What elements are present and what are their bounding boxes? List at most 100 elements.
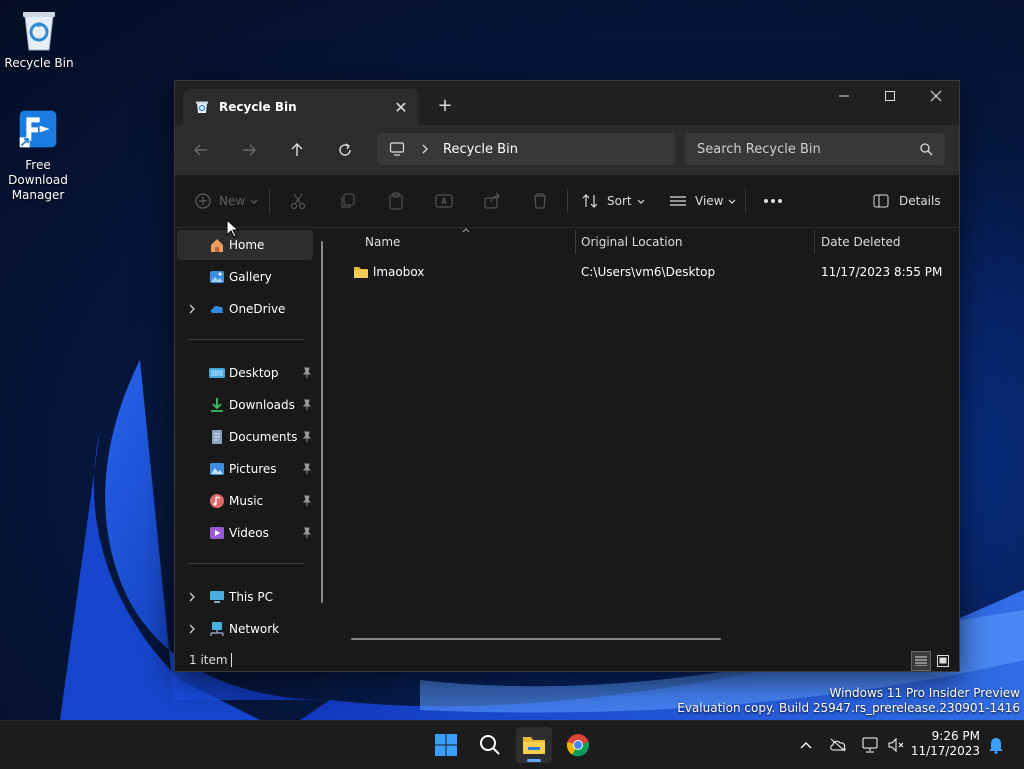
more-options-button[interactable] [763,187,783,215]
pin-icon[interactable] [301,399,313,411]
new-button[interactable]: New [195,187,259,215]
pin-icon[interactable] [301,431,313,443]
recycle-bin-icon [19,8,59,52]
column-header-original-location[interactable]: Original Location [581,228,683,256]
refresh-button[interactable] [331,136,359,164]
details-pane-button[interactable]: Details [873,187,941,215]
minimize-button[interactable] [821,81,867,111]
sidebar-item-onedrive[interactable]: OneDrive [177,294,313,324]
speaker-muted-icon [888,737,904,753]
desktop-icon-free-download-manager[interactable]: Free Download Manager [1,104,75,203]
windows-watermark: Windows 11 Pro Insider Preview Evaluatio… [677,686,1020,715]
sidebar-item-gallery[interactable]: Gallery [177,262,313,292]
taskbar: 9:26 PM 11/17/2023 [0,720,1024,769]
up-button[interactable] [283,136,311,164]
tab-close-icon[interactable]: ✕ [391,97,411,117]
status-bar: 1 item [175,651,959,671]
large-icons-view-button[interactable] [933,651,953,671]
start-button[interactable] [428,727,464,763]
breadcrumb[interactable]: Recycle Bin [443,142,518,157]
system-clock[interactable]: 9:26 PM 11/17/2023 [911,729,980,759]
desktop-icon-recycle-bin[interactable]: Recycle Bin [2,8,76,71]
toolbar-separator [269,189,270,213]
sidebar-divider [187,563,305,564]
rename-icon [435,194,453,208]
sidebar-item-label: Pictures [229,462,277,476]
sidebar-item-label: Gallery [229,270,272,284]
large-icons-view-icon [937,655,949,667]
search-taskbar-button[interactable] [472,727,508,763]
sidebar-item-desktop[interactable]: Desktop [177,358,313,388]
file-original-location: C:\Users\vm6\Desktop [581,265,716,279]
chevron-down-icon [250,199,258,204]
file-list-scrollbar[interactable] [351,638,721,640]
sidebar-item-home[interactable]: Home [177,230,313,260]
arrow-up-icon [291,143,303,156]
sidebar-item-label: Downloads [229,398,295,412]
close-button[interactable] [913,81,959,111]
pin-icon[interactable] [301,367,313,379]
share-button[interactable] [483,187,501,215]
column-divider[interactable] [575,230,576,254]
tab-recycle-bin[interactable]: Recycle Bin ✕ [183,89,419,125]
sidebar-item-documents[interactable]: Documents [177,422,313,452]
chevron-down-icon [729,199,736,204]
free-download-manager-icon [18,104,58,154]
search-box[interactable]: Search Recycle Bin [685,133,945,165]
sidebar-item-this-pc[interactable]: This PC [177,582,313,612]
file-row[interactable]: lmaobox C:\Users\vm6\Desktop 11/17/2023 … [345,256,955,288]
sidebar-item-pictures[interactable]: Pictures [177,454,313,484]
copy-button[interactable] [339,187,357,215]
sidebar-item-downloads[interactable]: Downloads [177,390,313,420]
pin-icon[interactable] [301,463,313,475]
onedrive-tray-icon[interactable] [826,733,850,757]
cut-button[interactable] [289,187,307,215]
toolbar-separator [745,189,746,213]
new-tab-icon[interactable]: + [433,93,457,117]
download-icon [211,398,223,412]
column-header-name[interactable]: Name [365,228,400,256]
plus-circle-icon [195,193,211,209]
view-button[interactable]: View [669,187,737,215]
sidebar-scrollbar[interactable] [321,241,323,603]
network-tray-icon[interactable] [858,733,882,757]
view-label: View [695,194,724,208]
sidebar-item-label: Home [229,238,265,252]
sidebar-item-label: Music [229,494,264,508]
pin-icon[interactable] [301,495,313,507]
clock-time: 9:26 PM [931,729,980,743]
column-divider[interactable] [814,230,815,254]
sidebar-item-music[interactable]: Music [177,486,313,516]
share-icon [484,192,500,209]
back-button[interactable] [187,136,215,164]
chrome-taskbar-button[interactable] [560,727,596,763]
search-input[interactable]: Search Recycle Bin [697,142,919,157]
sort-label: Sort [607,194,632,208]
forward-button[interactable] [235,136,263,164]
volume-tray-icon[interactable] [884,733,908,757]
address-bar[interactable]: Recycle Bin [377,133,675,165]
notification-button[interactable] [984,733,1008,757]
details-view-icon [915,656,927,666]
pin-icon[interactable] [301,527,313,539]
sidebar-item-label: OneDrive [229,302,286,316]
document-icon [212,430,222,444]
sort-button[interactable]: Sort [581,187,646,215]
item-count: 1 item [189,653,228,667]
arrow-left-icon [194,144,207,156]
sidebar-item-videos[interactable]: Videos [177,518,313,548]
command-bar: New Sort View Details [175,175,959,228]
recycle-bin-icon [196,101,208,113]
column-header-date-deleted[interactable]: Date Deleted [821,228,901,256]
file-explorer-window: Recycle Bin ✕ + Recycle Bin Search Recyc… [174,80,960,672]
paste-button[interactable] [387,187,405,215]
navigation-pane: Home Gallery OneDrive Desktop Downloads … [175,228,325,651]
delete-button[interactable] [531,187,549,215]
maximize-button[interactable] [867,81,913,111]
sidebar-item-network[interactable]: Network [177,614,313,644]
show-hidden-icons-button[interactable] [794,733,818,757]
maximize-icon [885,91,895,101]
details-view-button[interactable] [911,651,931,671]
file-explorer-taskbar-button[interactable] [516,727,552,763]
rename-button[interactable] [435,187,453,215]
